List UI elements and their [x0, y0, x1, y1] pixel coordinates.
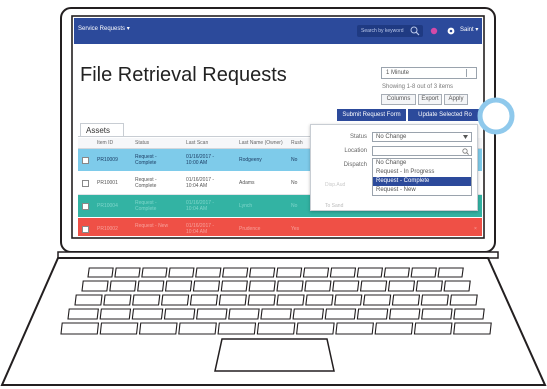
- cursor-highlight: [477, 97, 515, 135]
- laptop-illustration: Service Requests ▾ Search by keyword Sai…: [0, 0, 547, 389]
- cursor-ring-icon: [477, 97, 515, 135]
